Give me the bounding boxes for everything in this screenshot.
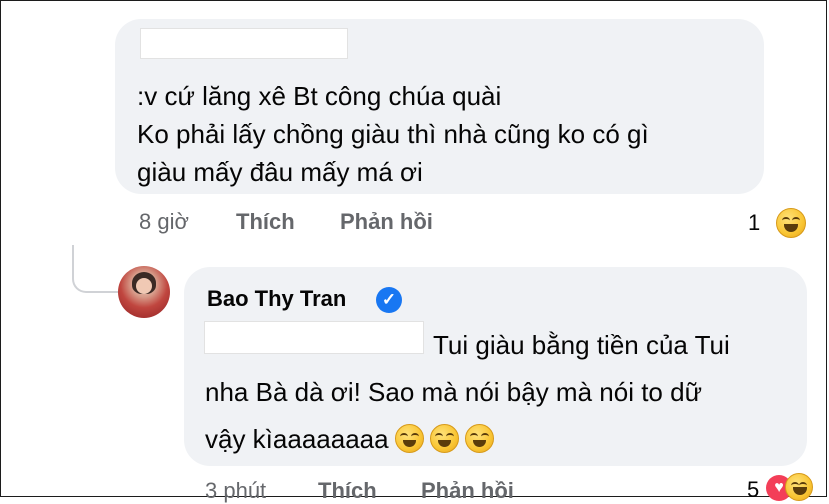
haha-emoji-icon[interactable] xyxy=(776,208,806,238)
laughing-emoji-icon xyxy=(394,424,424,453)
reply-author-name[interactable]: Bao Thy Tran xyxy=(207,286,346,312)
verified-badge-icon: ✓ xyxy=(376,287,402,313)
comment-timestamp[interactable]: 8 giờ xyxy=(139,209,189,235)
comment-text: :v cứ lăng xê Bt công chúa quài Ko phải … xyxy=(137,77,757,191)
comment-line: :v cứ lăng xê Bt công chúa quài xyxy=(137,81,502,111)
laughing-emoji-icon xyxy=(464,424,494,453)
reply-reply-button[interactable]: Phản hồi xyxy=(421,478,514,504)
reply-timestamp[interactable]: 3 phút xyxy=(205,478,266,504)
reply-reaction-count[interactable]: 5 xyxy=(747,477,759,503)
comment-reply-button[interactable]: Phản hồi xyxy=(340,209,433,235)
comment-line: giàu mấy đâu mấy má ơi xyxy=(137,157,423,187)
laughing-emoji-icon xyxy=(429,424,459,453)
comment-reaction-count[interactable]: 1 xyxy=(748,210,760,236)
reply-text: Tui giàu bằng tiền của Tui nha Bà dà ơi!… xyxy=(205,322,795,463)
thread-connector-line xyxy=(72,245,119,293)
redacted-commenter-name xyxy=(140,28,348,59)
reply-like-button[interactable]: Thích xyxy=(318,478,377,504)
comment-like-button[interactable]: Thích xyxy=(236,209,295,235)
reply-line: Tui giàu bằng tiền của Tui xyxy=(433,330,730,360)
reply-line: nha Bà dà ơi! Sao mà nói bậy mà nói to d… xyxy=(205,377,702,407)
haha-emoji-icon[interactable] xyxy=(785,473,813,501)
reply-line-last: vậy kìaaaaaaaa xyxy=(205,416,795,463)
comment-line: Ko phải lấy chồng giàu thì nhà cũng ko c… xyxy=(137,119,649,149)
reply-line: vậy kìaaaaaaaa xyxy=(205,424,389,454)
avatar[interactable] xyxy=(118,266,170,318)
